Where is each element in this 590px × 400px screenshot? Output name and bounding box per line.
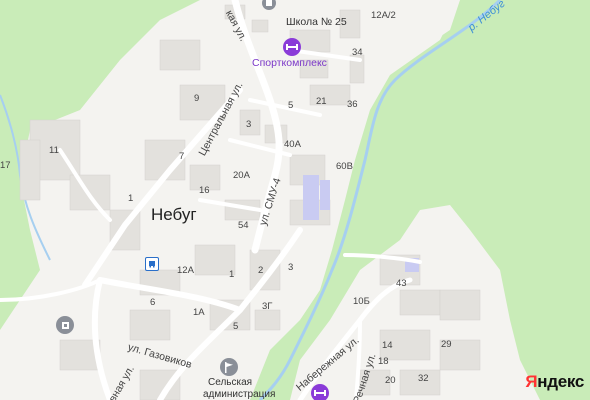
bus-stop-icon[interactable] xyxy=(145,257,159,271)
urban-area-top xyxy=(395,0,460,50)
shop-marker[interactable] xyxy=(56,316,74,334)
dumbbell-icon xyxy=(286,44,298,50)
house-number: 29 xyxy=(441,339,452,350)
house-number: 1 xyxy=(229,269,235,280)
bus-icon xyxy=(149,261,155,268)
house-number: 6 xyxy=(150,297,156,308)
admin-label-line1: Сельская xyxy=(208,377,253,388)
house-number: 11 xyxy=(49,145,59,156)
house-number: 5 xyxy=(288,100,294,111)
sport-marker-bottom[interactable] xyxy=(311,384,329,400)
house-number: 1А xyxy=(193,307,205,318)
building-icon xyxy=(61,321,69,329)
sport-label: Спорткомплекс xyxy=(252,57,327,69)
house-number: 34 xyxy=(352,47,363,58)
house-number: 3 xyxy=(288,262,294,273)
map-view[interactable]: кая ул. Центральная ул. ул. СМУ-4 ул. Га… xyxy=(0,0,590,400)
house-number: 7 xyxy=(179,151,185,162)
house-number: 40А xyxy=(284,139,301,150)
house-number: 3 xyxy=(246,119,252,130)
house-number: 14 xyxy=(382,340,393,351)
flag-icon xyxy=(225,361,233,373)
house-number: 18 xyxy=(378,356,389,367)
admin-label-line2: администрация xyxy=(203,389,276,400)
house-number: 12А/2 xyxy=(371,10,396,21)
house-number: 20 xyxy=(385,375,396,386)
logo-letter: Я xyxy=(525,372,538,391)
house-number: 3Г xyxy=(262,301,273,312)
house-number: 36 xyxy=(347,99,358,110)
house-number: 20А xyxy=(233,170,250,181)
yandex-logo[interactable]: Яндекс xyxy=(525,372,584,392)
house-number: 17 xyxy=(0,160,11,171)
house-number: 5 xyxy=(233,321,239,332)
dumbbell-icon-bottom xyxy=(314,390,326,396)
house-number: 32 xyxy=(418,373,429,384)
house-number: 9 xyxy=(194,93,200,104)
house-number: 60В xyxy=(336,161,353,172)
admin-marker[interactable] xyxy=(220,358,238,376)
school-icon xyxy=(266,0,272,6)
house-number: 16 xyxy=(199,185,210,196)
city-name: Небуг xyxy=(151,205,197,224)
house-number: 1 xyxy=(128,193,134,204)
house-number: 43 xyxy=(396,278,407,289)
house-number: 54 xyxy=(238,220,249,231)
school-label: Школа № 25 xyxy=(286,16,347,28)
house-number: 10Б xyxy=(353,296,370,307)
logo-rest: ндекс xyxy=(537,372,584,391)
house-number: 21 xyxy=(316,96,327,107)
sport-marker[interactable] xyxy=(283,38,301,56)
house-number: 12А xyxy=(177,265,194,276)
house-number: 2 xyxy=(258,265,264,276)
